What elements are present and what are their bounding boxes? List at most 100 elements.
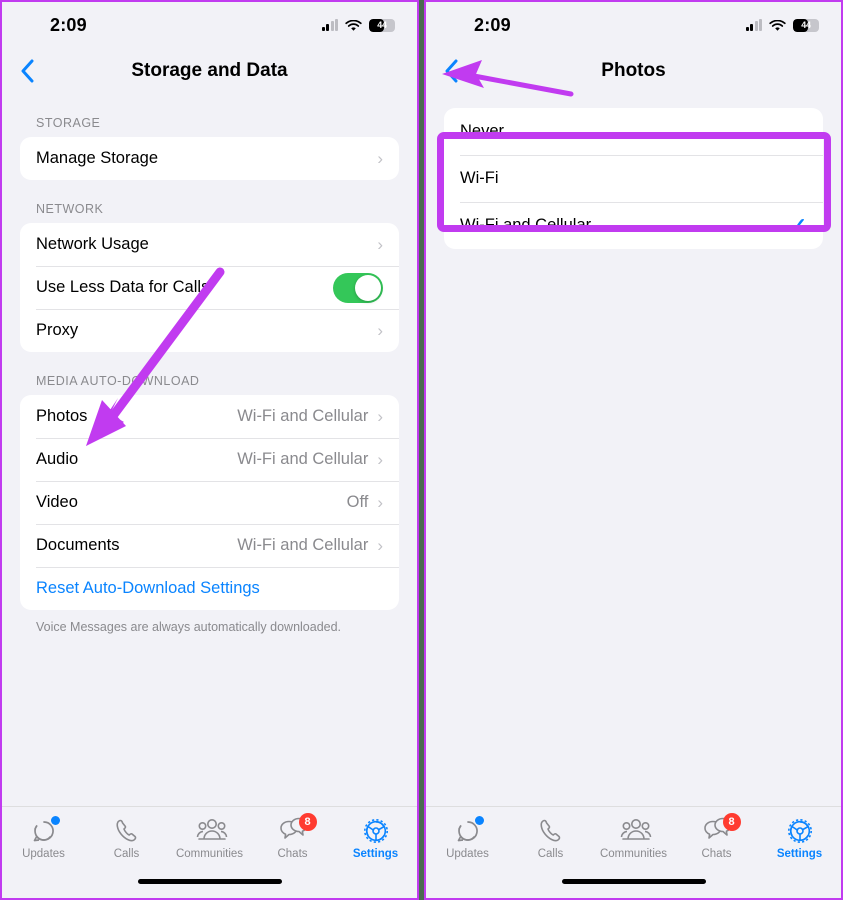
tab-label: Calls — [537, 848, 564, 860]
chevron-right-icon: › — [377, 321, 383, 340]
option-label: Never — [460, 122, 505, 140]
communities-icon — [619, 817, 651, 845]
communities-icon — [195, 817, 227, 845]
tab-settings[interactable]: Settings — [758, 817, 841, 860]
status-clock: 2:09 — [474, 14, 511, 35]
photos-options-list: Never Wi-Fi Wi-Fi and Cellular ✓ — [426, 94, 841, 249]
tab-communities[interactable]: Communities — [168, 817, 251, 860]
screenshot-stage: 2:09 44 Storage and Data STORAGE Manage … — [0, 0, 843, 900]
status-bar-right: 2:09 44 — [426, 2, 841, 48]
row-photos[interactable]: Photos Wi-Fi and Cellular › — [20, 395, 399, 438]
battery-icon: 44 — [793, 18, 819, 32]
settings-list: STORAGE Manage Storage › NETWORK Network… — [2, 94, 417, 636]
updates-dot-indicator — [474, 816, 484, 825]
section-card-network: Network Usage › Use Less Data for Calls … — [20, 223, 399, 352]
row-value: Off — [346, 493, 369, 511]
section-header-network: NETWORK — [36, 202, 104, 216]
tab-updates[interactable]: Updates — [2, 816, 85, 860]
row-value: Wi-Fi and Cellular — [237, 536, 369, 554]
tab-calls[interactable]: Calls — [85, 817, 168, 860]
row-label: Audio — [36, 450, 79, 468]
option-wifi-and-cellular[interactable]: Wi-Fi and Cellular ✓ — [444, 202, 823, 249]
tab-settings[interactable]: Settings — [334, 817, 417, 860]
chevron-right-icon: › — [377, 149, 383, 168]
options-card: Never Wi-Fi Wi-Fi and Cellular ✓ — [444, 108, 823, 249]
checkmark-icon: ✓ — [790, 214, 807, 237]
cellular-signal-icon — [745, 19, 762, 31]
tab-communities[interactable]: Communities — [592, 817, 675, 860]
tab-label: Communities — [599, 848, 668, 860]
section-header-storage: STORAGE — [36, 116, 101, 130]
use-less-data-toggle[interactable] — [333, 272, 383, 303]
tab-chats[interactable]: 8 Chats — [675, 813, 758, 860]
row-value: Wi-Fi and Cellular — [237, 450, 369, 468]
updates-dot-indicator — [50, 816, 60, 825]
option-label: Wi-Fi and Cellular — [460, 216, 592, 234]
chats-badge: 8 — [298, 813, 317, 831]
battery-percent: 44 — [801, 20, 811, 30]
wifi-icon — [345, 19, 362, 31]
chats-badge: 8 — [722, 813, 741, 831]
row-video[interactable]: Video Off › — [20, 481, 399, 524]
settings-gear-icon — [361, 817, 391, 845]
row-value: Wi-Fi and Cellular — [237, 407, 369, 425]
section-card-media: Photos Wi-Fi and Cellular › Audio Wi-Fi … — [20, 395, 399, 610]
option-never[interactable]: Never — [444, 108, 823, 155]
status-bar-left: 2:09 44 — [2, 2, 417, 48]
row-label: Photos — [36, 407, 88, 425]
row-network-usage[interactable]: Network Usage › — [20, 223, 399, 266]
tab-chats[interactable]: 8 Chats — [251, 813, 334, 860]
chevron-right-icon: › — [377, 407, 383, 426]
calls-icon — [112, 817, 142, 845]
row-manage-storage[interactable]: Manage Storage › — [20, 137, 399, 180]
tab-updates[interactable]: Updates — [426, 816, 509, 860]
tab-bar-left: Updates Calls Communities 8 Chats Settin… — [2, 806, 417, 898]
updates-icon — [29, 816, 60, 845]
row-proxy[interactable]: Proxy › — [20, 309, 399, 352]
battery-percent: 44 — [377, 20, 387, 30]
chevron-right-icon: › — [377, 493, 383, 512]
row-audio[interactable]: Audio Wi-Fi and Cellular › — [20, 438, 399, 481]
row-label: Video — [36, 493, 78, 511]
updates-icon — [453, 816, 484, 845]
phone-screen-storage-and-data: 2:09 44 Storage and Data STORAGE Manage … — [0, 0, 419, 900]
option-wifi[interactable]: Wi-Fi — [444, 155, 823, 202]
row-label: Reset Auto-Download Settings — [36, 579, 260, 597]
calls-icon — [536, 817, 566, 845]
battery-icon: 44 — [369, 18, 395, 32]
tab-label: Chats — [277, 848, 308, 860]
row-reset-auto-download-settings[interactable]: Reset Auto-Download Settings — [20, 567, 399, 610]
row-label: Manage Storage — [36, 149, 159, 167]
row-use-less-data-for-calls[interactable]: Use Less Data for Calls — [20, 266, 399, 309]
home-indicator — [137, 879, 282, 884]
option-label: Wi-Fi — [460, 169, 499, 187]
tab-bar-right: Updates Calls Communities 8 Chats Settin… — [426, 806, 841, 898]
chats-icon: 8 — [702, 813, 741, 845]
page-title: Storage and Data — [131, 60, 288, 81]
section-card-storage: Manage Storage › — [20, 137, 399, 180]
status-clock: 2:09 — [50, 14, 87, 35]
tab-calls[interactable]: Calls — [509, 817, 592, 860]
back-chevron-icon[interactable] — [12, 56, 42, 86]
tab-label: Settings — [352, 848, 399, 860]
tab-label: Chats — [701, 848, 732, 860]
cellular-signal-icon — [321, 19, 338, 31]
tab-label: Updates — [22, 848, 65, 860]
tab-label: Communities — [175, 848, 244, 860]
status-icons: 44 — [745, 18, 819, 32]
tab-label: Updates — [446, 848, 489, 860]
tab-label: Settings — [776, 848, 823, 860]
nav-bar-right: Photos — [426, 48, 841, 94]
row-documents[interactable]: Documents Wi-Fi and Cellular › — [20, 524, 399, 567]
wifi-icon — [769, 19, 786, 31]
section-header-media-auto-download: MEDIA AUTO-DOWNLOAD — [36, 374, 200, 388]
tab-label: Calls — [113, 848, 140, 860]
page-title: Photos — [601, 60, 666, 81]
chevron-right-icon: › — [377, 536, 383, 555]
back-chevron-icon[interactable] — [436, 56, 466, 86]
chevron-right-icon: › — [377, 450, 383, 469]
chevron-right-icon: › — [377, 235, 383, 254]
media-footnote: Voice Messages are always automatically … — [36, 620, 342, 634]
settings-gear-icon — [785, 817, 815, 845]
chats-icon: 8 — [278, 813, 317, 845]
